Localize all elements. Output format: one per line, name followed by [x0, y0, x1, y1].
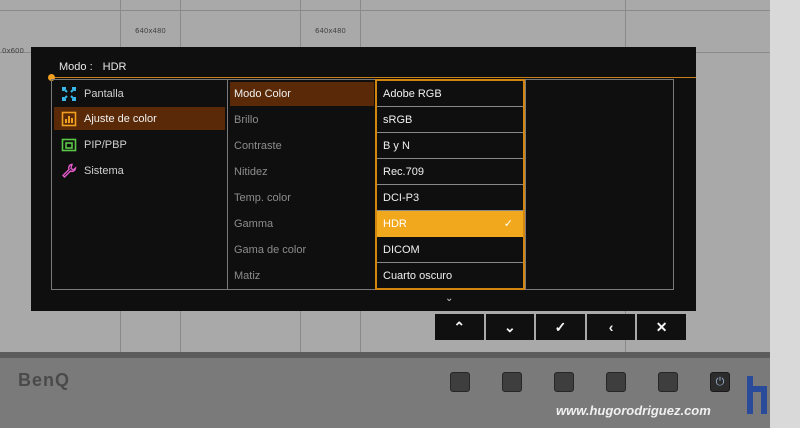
osd-menu: Modo : HDR Pantalla Ajuste de color PIP/P…	[31, 47, 696, 311]
display-settings-icon	[60, 85, 78, 103]
value-adobe-rgb[interactable]: Adobe RGB	[377, 81, 523, 107]
site-logo-icon	[747, 376, 767, 414]
values-panel: Adobe RGB sRGB B y N Rec.709 DCI-P3 HDR …	[375, 79, 525, 290]
osd-navigation-bar: ⌃ ⌄ ✓ ‹ ✕	[435, 314, 686, 340]
hardware-button-5[interactable]	[658, 372, 678, 392]
option-nitidez[interactable]: Nitidez	[230, 160, 374, 184]
empty-panel	[525, 79, 674, 290]
option-brillo[interactable]: Brillo	[230, 108, 374, 132]
category-panel: Pantalla Ajuste de color PIP/PBP Sistema	[51, 79, 228, 290]
value-dicom[interactable]: DICOM	[377, 237, 523, 263]
option-contraste[interactable]: Contraste	[230, 134, 374, 158]
resolution-label: 0x600	[2, 47, 24, 55]
hardware-button-2[interactable]	[502, 372, 522, 392]
chevron-down-icon: ⌄	[445, 293, 454, 304]
hardware-button-3[interactable]	[554, 372, 574, 392]
resolution-label: 640x480	[135, 27, 166, 35]
nav-down-button[interactable]: ⌄	[485, 314, 535, 340]
bezel-edge	[0, 352, 770, 358]
pip-icon	[60, 136, 78, 154]
mode-indicator: Modo : HDR	[59, 61, 126, 73]
hardware-button-1[interactable]	[450, 372, 470, 392]
category-pantalla[interactable]: Pantalla	[54, 82, 225, 105]
brand-logo: BenQ	[18, 370, 71, 390]
option-modo-color[interactable]: Modo Color	[230, 82, 374, 106]
mode-label: Modo :	[59, 61, 93, 73]
hardware-button-4[interactable]	[606, 372, 626, 392]
category-label: Sistema	[84, 164, 124, 177]
mode-value: HDR	[102, 61, 127, 73]
value-rec709[interactable]: Rec.709	[377, 159, 523, 185]
option-gamma[interactable]: Gamma	[230, 212, 374, 236]
category-label: PIP/PBP	[84, 138, 127, 151]
value-dci-p3[interactable]: DCI-P3	[377, 185, 523, 211]
value-b-y-n[interactable]: B y N	[377, 133, 523, 159]
category-sistema[interactable]: Sistema	[54, 159, 225, 182]
wrench-icon	[60, 162, 78, 180]
resolution-label: 640x480	[315, 27, 346, 35]
nav-up-button[interactable]: ⌃	[435, 314, 484, 340]
category-ajuste-de-color[interactable]: Ajuste de color	[54, 107, 225, 130]
option-matiz[interactable]: Matiz	[230, 264, 374, 288]
power-button[interactable]: ⏻	[710, 372, 730, 392]
value-hdr[interactable]: HDR ✓	[377, 211, 523, 237]
watermark: www.hugorodriguez.com	[556, 403, 711, 418]
option-temp-color[interactable]: Temp. color	[230, 186, 374, 210]
category-pip-pbp[interactable]: PIP/PBP	[54, 133, 225, 156]
value-srgb[interactable]: sRGB	[377, 107, 523, 133]
header-divider	[51, 77, 696, 78]
options-panel: Modo Color Brillo Contraste Nitidez Temp…	[227, 79, 376, 290]
category-label: Pantalla	[84, 87, 124, 100]
category-label: Ajuste de color	[84, 112, 157, 125]
monitor-right-bezel	[770, 0, 800, 428]
check-icon: ✓	[503, 218, 513, 230]
nav-close-button[interactable]: ✕	[637, 314, 686, 340]
value-label: HDR	[383, 217, 407, 230]
option-gama-de-color[interactable]: Gama de color	[230, 238, 374, 262]
nav-confirm-button[interactable]: ✓	[536, 314, 585, 340]
nav-back-button[interactable]: ‹	[586, 314, 636, 340]
value-cuarto-oscuro[interactable]: Cuarto oscuro	[377, 263, 523, 289]
color-adjust-icon	[60, 110, 78, 128]
